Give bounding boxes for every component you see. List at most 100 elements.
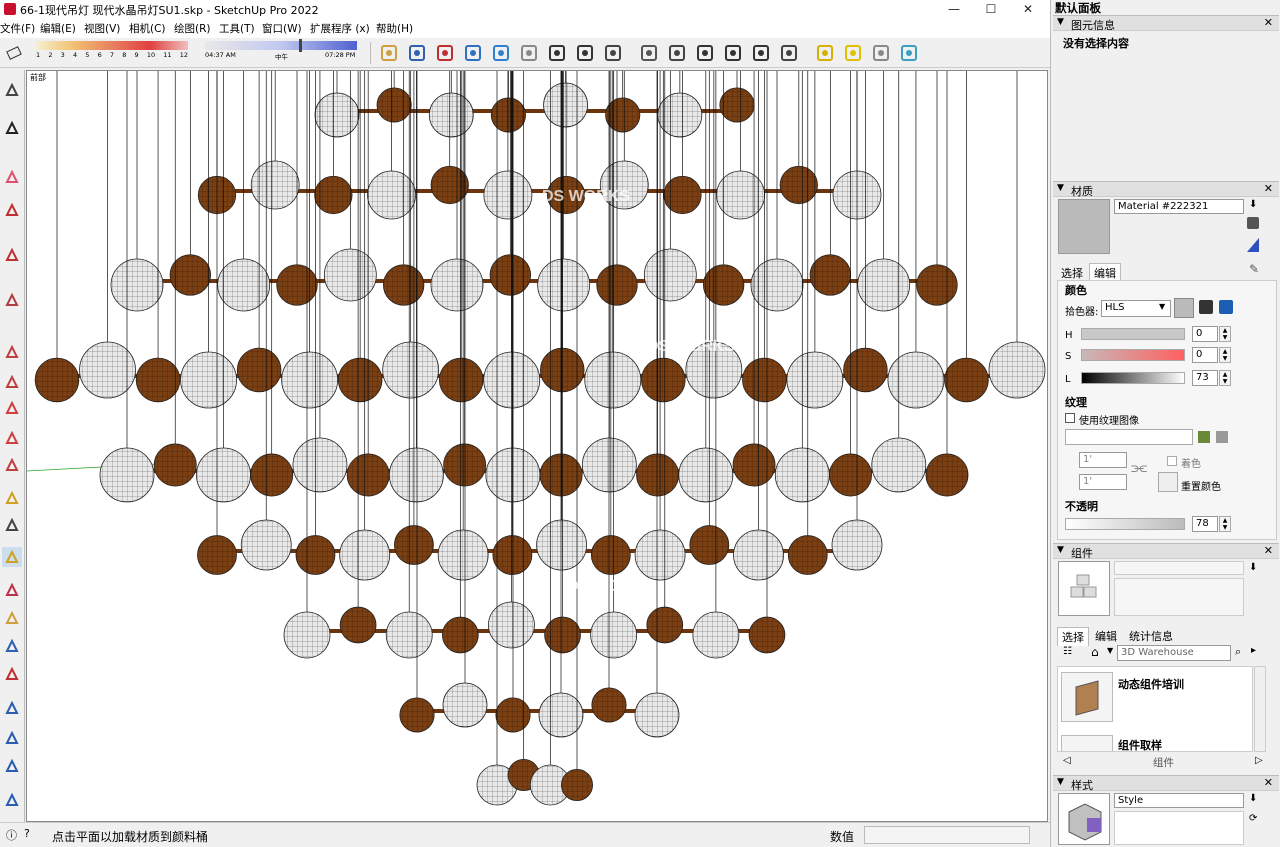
crystal-sphere[interactable] xyxy=(871,437,927,493)
maximize-button[interactable]: ☐ xyxy=(973,0,1009,18)
chevron-down-icon[interactable]: ▼ xyxy=(1107,646,1113,655)
zoom-extents-icon[interactable] xyxy=(2,664,22,684)
bronze-sphere[interactable] xyxy=(236,347,282,393)
bronze-sphere[interactable] xyxy=(489,254,532,296)
help-icon[interactable]: ? xyxy=(24,827,30,840)
bronze-sphere[interactable] xyxy=(663,175,702,215)
opacity-slider[interactable] xyxy=(1065,518,1185,530)
components-tab-statistics[interactable]: 统计信息 xyxy=(1125,627,1177,645)
bronze-sphere[interactable] xyxy=(399,697,435,733)
close-icon[interactable]: ✕ xyxy=(1264,182,1273,195)
close-icon[interactable]: ✕ xyxy=(1264,544,1273,557)
menu-help[interactable]: 帮助(H) xyxy=(376,21,413,36)
info-icon[interactable]: ⓘ xyxy=(6,827,17,843)
list-item[interactable]: 组件取样 xyxy=(1118,737,1162,751)
bronze-sphere[interactable] xyxy=(590,535,631,575)
crystal-sphere[interactable] xyxy=(634,529,686,581)
crystal-sphere[interactable] xyxy=(887,351,945,409)
create-material-icon[interactable]: ⬇ xyxy=(1249,199,1257,210)
crystal-sphere[interactable] xyxy=(382,341,440,399)
crystal-sphere[interactable] xyxy=(988,341,1046,399)
menu-camera[interactable]: 相机(C) xyxy=(129,21,166,36)
component-details-icon[interactable]: ⬇ xyxy=(1249,562,1257,573)
model-viewport[interactable]: 前部 DS WORKS DS WORKS DS WORKS xyxy=(26,70,1048,822)
saturation-slider[interactable] xyxy=(1081,349,1185,361)
crystal-sphere[interactable] xyxy=(786,351,844,409)
material-name-field[interactable]: Material #222321 xyxy=(1114,199,1244,214)
menu-edit[interactable]: 编辑(E) xyxy=(40,21,76,36)
bronze-sphere[interactable] xyxy=(925,453,969,497)
l-value-field[interactable]: 73 xyxy=(1192,370,1218,386)
details-arrow-icon[interactable]: ▸ xyxy=(1251,645,1256,656)
bronze-sphere[interactable] xyxy=(944,357,989,403)
bronze-sphere[interactable] xyxy=(443,443,487,487)
opacity-spinner[interactable]: ▲ ▼ xyxy=(1219,516,1231,532)
crystal-sphere[interactable] xyxy=(678,447,734,503)
edit-texture-icon[interactable] xyxy=(1216,431,1228,443)
zoom-icon[interactable] xyxy=(434,42,456,64)
scale-icon[interactable] xyxy=(2,455,22,475)
rotate-icon[interactable] xyxy=(2,428,22,448)
eraser-tool-icon[interactable] xyxy=(3,42,25,64)
bronze-sphere[interactable] xyxy=(689,525,730,565)
crystal-sphere[interactable] xyxy=(110,258,164,312)
menu-window[interactable]: 窗口(W) xyxy=(262,21,302,36)
bronze-sphere[interactable] xyxy=(843,347,888,393)
tape-measure-icon[interactable] xyxy=(2,488,22,508)
shadow-time-thumb[interactable] xyxy=(299,39,303,52)
right-view-icon[interactable] xyxy=(722,42,744,64)
shadow-month-slider[interactable] xyxy=(36,41,188,50)
bronze-sphere[interactable] xyxy=(250,453,294,497)
flip-icon[interactable] xyxy=(2,790,22,810)
bronze-sphere[interactable] xyxy=(153,443,197,487)
eyedropper-icon[interactable]: ✎ xyxy=(1249,262,1259,276)
collapse-arrow-icon[interactable]: ▼ xyxy=(1057,545,1064,555)
crystal-sphere[interactable] xyxy=(292,437,348,493)
component-description-field[interactable] xyxy=(1114,578,1244,616)
shadow-time-slider[interactable] xyxy=(205,41,357,50)
components-tab-edit[interactable]: 编辑 xyxy=(1091,627,1121,645)
arc-icon[interactable] xyxy=(2,245,22,265)
chevron-down-icon[interactable]: ▼ xyxy=(1159,302,1165,311)
bronze-sphere[interactable] xyxy=(135,357,181,403)
bronze-sphere[interactable] xyxy=(779,165,818,205)
home-icon[interactable]: ⌂ xyxy=(1091,645,1099,659)
h-value-field[interactable]: 0 xyxy=(1192,326,1218,342)
bronze-sphere[interactable] xyxy=(732,443,776,487)
s-value-field[interactable]: 0 xyxy=(1192,347,1218,363)
front-view-icon[interactable] xyxy=(694,42,716,64)
crystal-sphere[interactable] xyxy=(584,351,642,409)
h-spinner[interactable]: ▲ ▼ xyxy=(1219,326,1231,342)
chandelier-model[interactable]: DS WORKS DS WORKS DS WORKS xyxy=(27,71,1048,822)
crystal-sphere[interactable] xyxy=(536,519,588,571)
texture-width-field[interactable]: 1' xyxy=(1079,452,1127,468)
shaded-textures-icon[interactable] xyxy=(898,42,920,64)
menu-view[interactable]: 视图(V) xyxy=(84,21,120,36)
stamp-icon[interactable] xyxy=(2,728,22,748)
components-header[interactable]: ▼ 组件 ✕ xyxy=(1053,543,1279,560)
bronze-sphere[interactable] xyxy=(276,264,318,306)
component-list-scrollbar[interactable] xyxy=(1254,666,1266,752)
bronze-sphere[interactable] xyxy=(561,769,594,802)
iso-view-icon[interactable] xyxy=(638,42,660,64)
close-button[interactable]: ✕ xyxy=(1010,0,1046,18)
bronze-sphere[interactable] xyxy=(441,616,479,654)
component-thumb-2[interactable] xyxy=(1061,735,1113,751)
crystal-sphere[interactable] xyxy=(483,170,533,220)
menu-extensions[interactable]: 扩展程序 (x) xyxy=(310,21,370,36)
style-name-field[interactable]: Style xyxy=(1114,793,1244,808)
paint-bucket-icon[interactable] xyxy=(2,547,22,567)
select-icon[interactable] xyxy=(2,118,22,138)
measurements-input[interactable] xyxy=(864,826,1030,844)
crystal-sphere[interactable] xyxy=(488,601,535,649)
previous-view-icon[interactable] xyxy=(518,42,540,64)
s-spinner[interactable]: ▲ ▼ xyxy=(1219,347,1231,363)
crystal-sphere[interactable] xyxy=(180,351,237,409)
reset-color-swatch[interactable] xyxy=(1158,472,1178,492)
collapse-arrow-icon[interactable]: ▼ xyxy=(1057,777,1064,787)
bronze-sphere[interactable] xyxy=(394,525,434,565)
crystal-sphere[interactable] xyxy=(217,258,271,312)
opacity-value-field[interactable]: 78 xyxy=(1192,516,1218,532)
default-material-icon[interactable] xyxy=(1247,238,1259,252)
position-camera-icon[interactable] xyxy=(546,42,568,64)
